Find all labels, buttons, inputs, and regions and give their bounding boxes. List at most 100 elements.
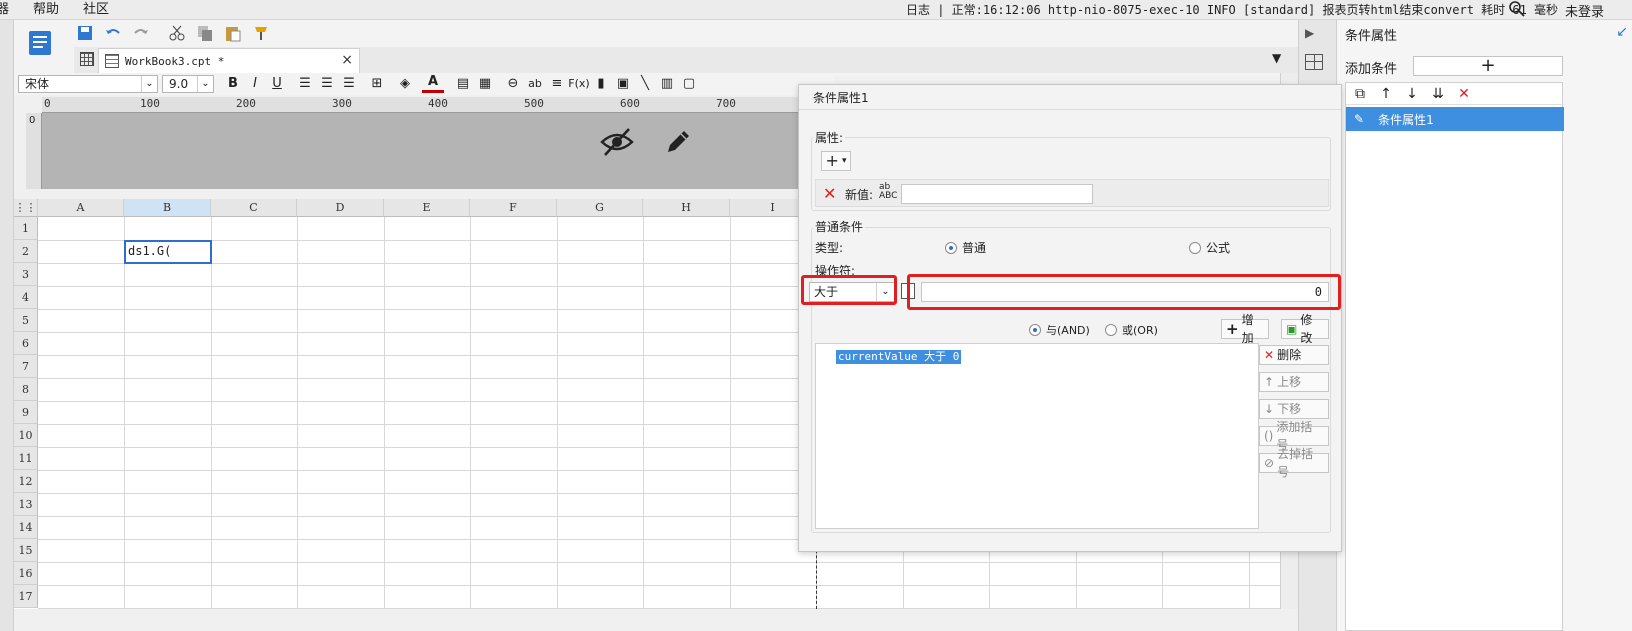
underline-icon[interactable]: U (266, 75, 288, 93)
save-icon[interactable] (76, 24, 94, 42)
move-bottom-icon[interactable]: ⇊ (1430, 86, 1446, 102)
modify-button[interactable]: ▣ 修改 (1281, 313, 1329, 345)
ruler-tick: 200 (236, 97, 256, 110)
formula-icon[interactable]: F(x) (568, 75, 590, 93)
condition-properties-panel: 条件属性 ↙ 添加条件 + ⧉ ↑ ↓ ⇊ ✕ ✎ 条件属性1 (1336, 20, 1632, 631)
text-icon[interactable]: ab (524, 75, 546, 93)
undo-icon[interactable] (104, 24, 122, 42)
merge-cells-icon[interactable]: ▤ (452, 75, 474, 93)
search-icon[interactable] (1508, 0, 1528, 20)
row-header[interactable]: 6 (14, 332, 38, 355)
grid-column-line (124, 217, 125, 609)
chevron-right-icon[interactable]: ▶ (1305, 26, 1314, 40)
move-down-button[interactable]: ↓ 下移 (1259, 399, 1329, 419)
row-header[interactable]: 4 (14, 286, 38, 309)
fill-color-icon[interactable]: ◈ (394, 75, 416, 93)
row-header[interactable]: 7 (14, 355, 38, 378)
bold-icon[interactable]: B (222, 75, 244, 93)
column-header[interactable]: H (643, 199, 730, 217)
row-header[interactable]: 8 (14, 378, 38, 401)
dropdown-icon[interactable]: ▼ (1272, 51, 1281, 65)
row-header[interactable]: 10 (14, 424, 38, 447)
subreport-icon[interactable]: ▥ (656, 75, 678, 93)
column-header[interactable]: F (470, 199, 557, 217)
eye-slash-icon[interactable] (600, 126, 634, 158)
slash-icon[interactable]: ╲ (634, 75, 656, 93)
row-header[interactable]: 15 (14, 539, 38, 562)
template-icon[interactable] (28, 28, 54, 58)
image-icon[interactable]: ▣ (612, 75, 634, 93)
row-header[interactable]: 11 (14, 447, 38, 470)
login-link[interactable]: 未登录 (1565, 1, 1604, 20)
frame-icon[interactable]: ▢ (678, 75, 700, 93)
align-right-icon[interactable]: ☰ (338, 75, 360, 93)
border-icon[interactable]: ⊞ (366, 75, 388, 93)
add-bracket-button[interactable]: () 添加括号 (1259, 420, 1329, 452)
row-header[interactable]: 13 (14, 493, 38, 516)
radio-or[interactable]: 或(OR) (1105, 322, 1158, 338)
list-item[interactable]: ✎ 条件属性1 (1346, 107, 1564, 131)
remove-bracket-button[interactable]: ⊘ 去掉括号 (1259, 447, 1329, 479)
arrow-up-icon[interactable]: ↑ (1378, 86, 1394, 102)
align-center-icon[interactable]: ☰ (316, 75, 338, 93)
row-header[interactable]: 2 (14, 240, 38, 263)
row-header[interactable]: 14 (14, 516, 38, 539)
collapse-icon[interactable]: ↙ (1616, 24, 1628, 40)
text-type-icon[interactable]: ab ABC (879, 183, 897, 201)
column-header[interactable]: G (557, 199, 643, 217)
chart-icon[interactable]: ▮ (590, 75, 612, 93)
column-header[interactable]: A (38, 199, 124, 217)
expression-list[interactable]: currentValue 大于 0 (815, 343, 1259, 529)
radio-formula[interactable]: 公式 (1189, 239, 1230, 256)
menu-item-community[interactable]: 社区 (71, 1, 121, 19)
add-attribute-button[interactable]: + ▾ (821, 151, 851, 171)
row-header[interactable]: 9 (14, 401, 38, 424)
column-header[interactable]: D (297, 199, 384, 217)
row-header[interactable]: 16 (14, 562, 38, 585)
font-family-select[interactable]: 宋体 ⌄ (18, 75, 158, 93)
format-painter-icon[interactable] (252, 24, 270, 42)
font-color-icon[interactable]: A (422, 75, 444, 93)
copy-icon[interactable]: ⧉ (1352, 86, 1368, 102)
redo-icon[interactable] (132, 24, 150, 42)
paragraph-icon[interactable]: ≡ (546, 75, 568, 93)
layout-icon[interactable] (1305, 54, 1323, 70)
tab-workbook3[interactable]: WorkBook3.cpt * × (98, 48, 360, 73)
split-cells-icon[interactable]: ▦ (474, 75, 496, 93)
delete-button[interactable]: ✕ 删除 (1259, 345, 1329, 365)
menu-item-server[interactable]: 器 (0, 1, 21, 19)
radio-normal[interactable]: 普通 (945, 239, 986, 256)
column-header[interactable]: E (384, 199, 470, 217)
paste-icon[interactable] (224, 24, 242, 42)
font-size-select[interactable]: 9.0 ⌄ (162, 75, 214, 93)
ruler-tick: 0 (29, 115, 36, 126)
italic-icon[interactable]: I (244, 75, 266, 93)
add-button[interactable]: + 增加 (1221, 313, 1269, 345)
row-header[interactable]: 5 (14, 309, 38, 332)
column-header[interactable]: B (124, 199, 211, 217)
grid-row-line (38, 585, 1280, 586)
align-left-icon[interactable]: ☰ (294, 75, 316, 93)
add-condition-button[interactable]: + (1413, 56, 1563, 76)
expression-item[interactable]: currentValue 大于 0 (836, 350, 962, 364)
grid-view-icon[interactable] (80, 52, 94, 66)
row-header[interactable]: 17 (14, 585, 38, 608)
arrow-down-icon[interactable]: ↓ (1404, 86, 1420, 102)
new-value-input[interactable] (901, 184, 1093, 204)
row-header[interactable]: 1 (14, 217, 38, 240)
delete-icon[interactable]: ✕ (823, 184, 836, 203)
link-icon[interactable]: ⊖ (502, 75, 524, 93)
close-icon[interactable]: × (341, 52, 353, 68)
radio-and[interactable]: 与(AND) (1029, 322, 1090, 338)
row-header[interactable]: 3 (14, 263, 38, 286)
copy-icon[interactable] (196, 24, 214, 42)
move-up-button[interactable]: ↑ 上移 (1259, 372, 1329, 392)
corner-cell[interactable]: ⋮⋮ (14, 199, 38, 217)
row-header[interactable]: 12 (14, 470, 38, 493)
pencil-icon[interactable] (662, 126, 694, 158)
cut-icon[interactable] (168, 24, 186, 42)
menu-item-help[interactable]: 帮助 (21, 1, 71, 19)
selected-cell-b2[interactable]: ds1.G( (124, 240, 212, 264)
column-header[interactable]: C (211, 199, 297, 217)
delete-icon[interactable]: ✕ (1456, 86, 1472, 102)
